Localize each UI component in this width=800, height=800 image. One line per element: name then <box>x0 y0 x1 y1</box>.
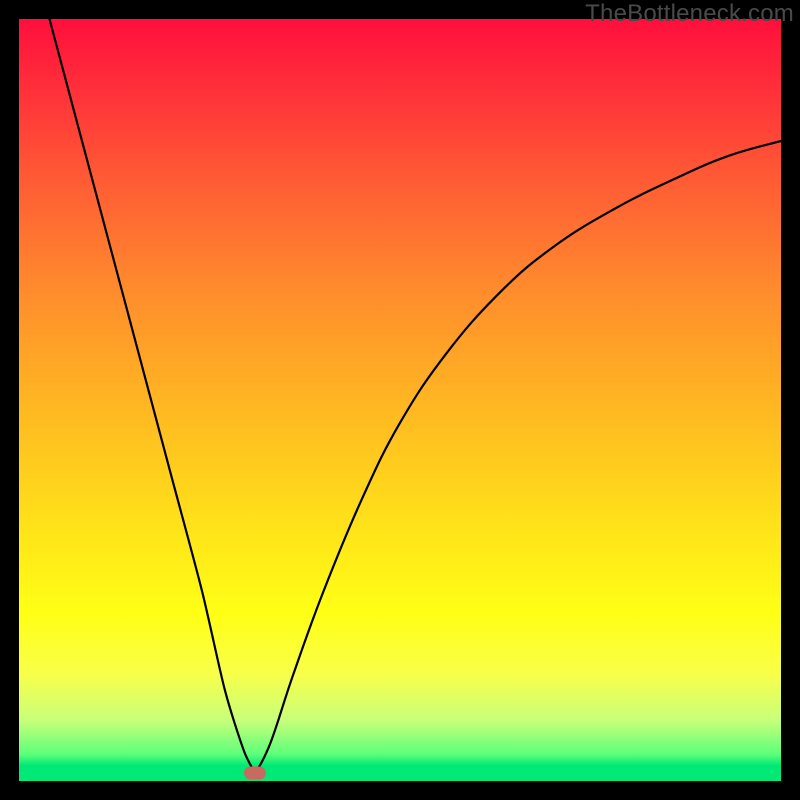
bottleneck-curve <box>19 19 781 781</box>
minimum-marker <box>244 767 266 780</box>
chart-plot-area <box>19 19 781 781</box>
watermark-text: TheBottleneck.com <box>585 0 794 28</box>
curve-path <box>49 19 781 773</box>
